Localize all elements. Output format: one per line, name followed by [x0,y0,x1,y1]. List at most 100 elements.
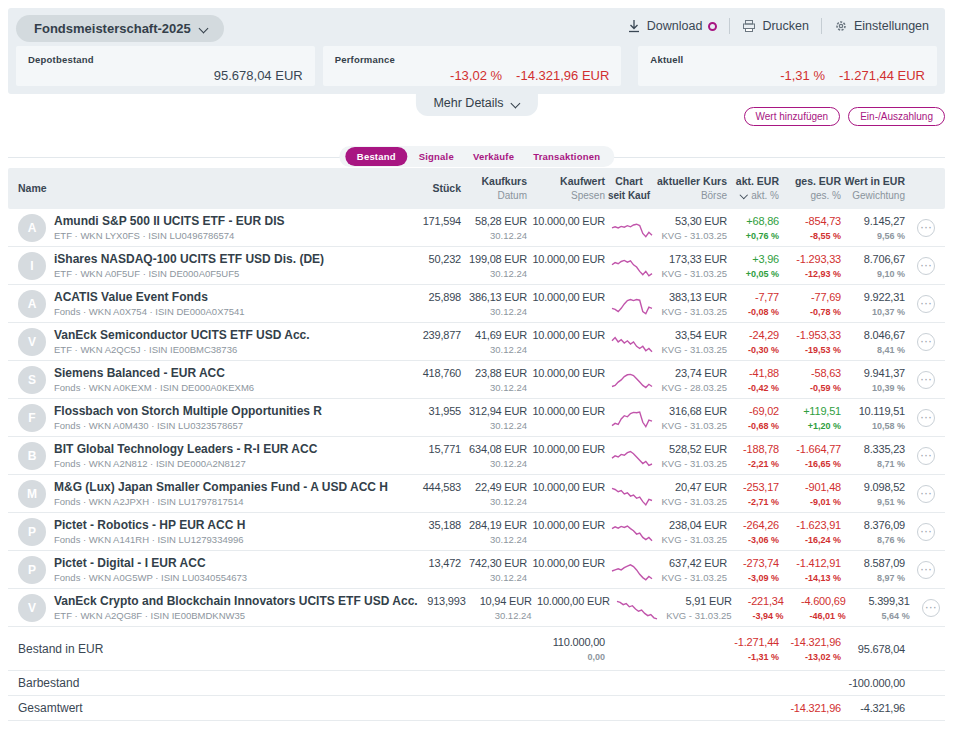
sparkline-chart [611,557,653,583]
wert-cell: 8.376,098,76 % [841,518,905,546]
fund-name-cell[interactable]: VVanEck Crypto and Blockchain Innovators… [18,594,418,622]
table-row: FFlossbach von Storch Multiple Opportuni… [8,399,945,437]
fund-avatar: P [18,518,46,546]
table-row: VVanEck Crypto and Blockchain Innovators… [8,589,945,627]
wert-cell: 8.706,679,10 % [841,252,905,280]
column-header-chart[interactable]: Chartseit Kauf [605,175,653,202]
kaufkurs-cell: 23,88 EUR30.12.24 [461,366,527,394]
kaufkurs-cell: 386,13 EUR30.12.24 [461,290,527,318]
fund-name[interactable]: iShares NASDAQ-100 UCITS ETF USD Dis. (D… [54,252,324,267]
akt-eur-cell: +3,96+0,05 % [727,252,779,280]
row-options-button[interactable]: ··· [917,485,935,503]
column-header-kurs[interactable]: aktueller KursBörse [653,175,727,202]
depotbestand-value: 95.678,04 EUR [214,68,303,83]
fund-name[interactable]: VanEck Semiconductor UCITS ETF USD Acc. [54,328,310,343]
fund-name-cell[interactable]: AACATIS Value Event FondsFonds · WKN A0X… [18,290,413,318]
row-options-button[interactable]: ··· [917,523,935,541]
fund-identifiers: ETF · WKN LYX0FS · ISIN LU0496786574 [54,230,284,242]
column-header-stueck[interactable]: Stück [413,182,461,195]
fund-name[interactable]: Flossbach von Storch Multiple Opportunit… [54,404,322,419]
holdings-table: NameStückKaufkursDatumKaufwertSpesenChar… [8,168,945,721]
row-options-button[interactable]: ··· [917,219,935,237]
column-header-wert[interactable]: Wert in EURGewichtung [841,175,905,202]
row-options-button[interactable]: ··· [917,447,935,465]
tab-signale[interactable]: Signale [411,147,462,166]
fund-name[interactable]: ACATIS Value Event Fonds [54,290,245,305]
kurs-cell: 33,54 EURKVG - 31.03.25 [653,328,727,356]
kurs-cell: 528,52 EURKVG - 31.03.25 [653,442,727,470]
kaufwert-cell: 10.000,00 EUR [527,366,605,394]
settings-button[interactable]: Einstellungen [834,19,929,33]
column-header-akt[interactable]: akt. EURakt. % [727,175,779,202]
add-value-button[interactable]: Wert hinzufügen [744,107,841,126]
portfolio-selector[interactable]: Fondsmeisterschaft-2025 [16,15,224,42]
performance-value: -14.321,96 EUR [516,68,609,83]
more-details-label: Mehr Details [433,96,503,110]
fund-name[interactable]: Amundi S&P 500 II UCITS ETF - EUR DIS [54,214,284,229]
fund-name[interactable]: VanEck Crypto and Blockchain Innovators … [54,594,418,609]
print-button[interactable]: Drucken [742,19,809,33]
fund-name-cell[interactable]: VVanEck Semiconductor UCITS ETF USD Acc.… [18,328,413,356]
row-options-button[interactable]: ··· [922,599,940,617]
table-row: MM&G (Lux) Japan Smaller Companies Fund … [8,475,945,513]
row-options-button[interactable]: ··· [917,333,935,351]
akt-total: -1.271,44-1,31 % [727,635,779,663]
chevron-down-icon [512,99,520,107]
kaufwert-cell: 10.000,00 EUR [532,594,610,622]
kaufwert-cell: 10.000,00 EUR [527,518,605,546]
fund-name-cell[interactable]: MM&G (Lux) Japan Smaller Companies Fund … [18,480,413,508]
wert-cell: 8.046,678,41 % [841,328,905,356]
column-header-name[interactable]: Name [18,182,413,195]
download-button[interactable]: Download [627,19,718,33]
column-header-ges[interactable]: ges. EURges. % [779,175,841,202]
tab-verkäufe[interactable]: Verkäufe [465,147,522,166]
fund-name[interactable]: Pictet - Digital - I EUR ACC [54,556,247,571]
column-header-kaufkurs[interactable]: KaufkursDatum [461,175,527,202]
kurs-cell: 53,30 EURKVG - 31.03.25 [653,214,727,242]
download-label: Download [647,19,703,33]
kaufwert-cell: 10.000,00 EUR [527,328,605,356]
fund-name-cell[interactable]: BBIT Global Technology Leaders - R-I EUR… [18,442,413,470]
row-options-button[interactable]: ··· [917,561,935,579]
table-row: AAmundi S&P 500 II UCITS ETF - EUR DISET… [8,209,945,247]
fund-name-cell[interactable]: PPictet - Robotics - HP EUR ACC HFonds ·… [18,518,413,546]
ges-eur-cell: -1.953,33-19,53 % [779,328,841,356]
wert-cell: 9.145,279,56 % [841,214,905,242]
chart-cell [605,405,653,431]
row-options-button[interactable]: ··· [917,257,935,275]
fund-name[interactable]: Siemens Balanced - EUR ACC [54,366,254,381]
more-details-button[interactable]: Mehr Details [415,94,537,116]
fund-identifiers: ETF · WKN A2QG8F · ISIN IE00BMDKNW35 [54,610,418,622]
fund-identifiers: ETF · WKN A0F5UF · ISIN DE000A0F5UF5 [54,268,324,280]
fund-name-cell[interactable]: AAmundi S&P 500 II UCITS ETF - EUR DISET… [18,214,413,242]
chart-cell [605,443,653,469]
fund-name[interactable]: Pictet - Robotics - HP EUR ACC H [54,518,245,533]
ges-eur-cell: -854,73-8,55 % [779,214,841,242]
column-header-kaufwert[interactable]: KaufwertSpesen [527,175,605,202]
kurs-cell: 637,42 EURKVG - 31.03.25 [653,556,727,584]
fund-name-cell[interactable]: SSiemens Balanced - EUR ACCFonds · WKN A… [18,366,413,394]
stueck-cell: 171,594 [413,214,461,242]
row-options-button[interactable]: ··· [917,409,935,427]
wert-cell: 8.587,098,97 % [841,556,905,584]
divider [729,18,730,34]
sparkline-chart [611,481,653,507]
row-options-button[interactable]: ··· [917,295,935,313]
fund-name[interactable]: BIT Global Technology Leaders - R-I EUR … [54,442,317,457]
fund-name-cell[interactable]: IiShares NASDAQ-100 UCITS ETF USD Dis. (… [18,252,413,280]
fund-name-cell[interactable]: FFlossbach von Storch Multiple Opportuni… [18,404,413,432]
card-depotbestand: Depotbestand 95.678,04 EUR [16,46,315,86]
kaufkurs-cell: 22,49 EUR30.12.24 [461,480,527,508]
row-options-button[interactable]: ··· [917,371,935,389]
ges-eur-cell: -1.412,91-14,13 % [779,556,841,584]
tab-transaktionen[interactable]: Transaktionen [525,147,608,166]
fund-name[interactable]: M&G (Lux) Japan Smaller Companies Fund -… [54,480,388,495]
fund-name-cell[interactable]: PPictet - Digital - I EUR ACCFonds · WKN… [18,556,413,584]
fund-identifiers: Fonds · WKN A2N812 · ISIN DE000A2N8127 [54,458,317,470]
akt-eur-cell: -188,78-2,21 % [727,442,779,470]
stueck-cell: 418,760 [413,366,461,394]
deposit-withdraw-button[interactable]: Ein-/Auszahlung [848,107,945,126]
kaufkurs-cell: 41,69 EUR30.12.24 [461,328,527,356]
wert-cell: 5.399,315,64 % [846,594,910,622]
tab-bestand[interactable]: Bestand [345,147,408,166]
